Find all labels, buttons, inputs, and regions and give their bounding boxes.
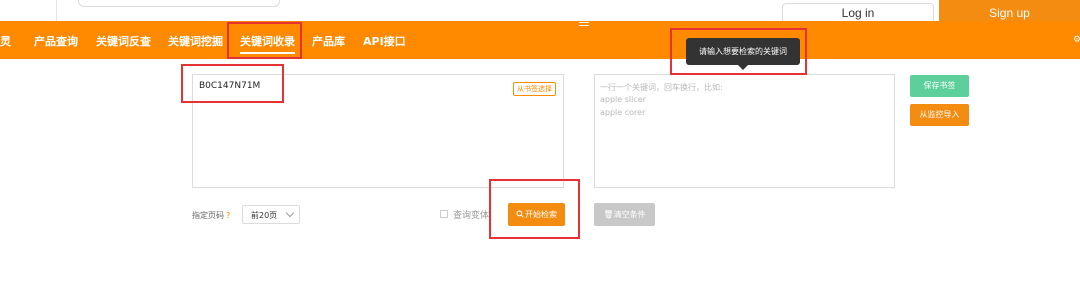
- annotation-box: [181, 64, 284, 103]
- import-from-monitor-button[interactable]: 从监控导入: [910, 104, 969, 126]
- nav-item-api[interactable]: API接口: [363, 33, 406, 49]
- select-from-bookmark-button[interactable]: 从书签选择: [513, 82, 556, 96]
- nav-item-keyword-mining[interactable]: 关键词挖掘: [168, 33, 223, 49]
- page-range-text: 指定页码: [192, 211, 224, 220]
- keyword-placeholder-line: apple corer: [600, 108, 646, 117]
- clear-conditions-button[interactable]: 🗑清空条件: [594, 203, 655, 226]
- save-bookmark-button[interactable]: 保存书签: [910, 75, 969, 97]
- menu-icon[interactable]: [579, 22, 589, 30]
- clear-conditions-label: 清空条件: [613, 210, 646, 219]
- settings-icon[interactable]: ⚙: [1073, 35, 1080, 45]
- top-input-edge: [78, 0, 280, 7]
- login-button[interactable]: Log in: [782, 3, 934, 22]
- keyword-placeholder-line: apple slicer: [600, 95, 646, 104]
- trash-icon: 🗑: [603, 210, 614, 219]
- page-range-label: 指定页码?: [192, 210, 230, 221]
- page-range-value: 前20页: [251, 211, 278, 220]
- keyword-textarea[interactable]: 一行一个关键词，回车换行，比如: apple slicer apple core…: [594, 74, 895, 188]
- nav-item-product-query[interactable]: 产品查询: [34, 33, 78, 49]
- top-strip: Log in Sign up: [0, 0, 1080, 22]
- variant-label: 查询变体: [453, 211, 490, 221]
- chevron-down-icon: [285, 208, 295, 218]
- annotation-box: [670, 28, 807, 75]
- signup-button[interactable]: Sign up: [939, 0, 1080, 21]
- nav-item-keyword-reverse[interactable]: 关键词反查: [96, 33, 151, 49]
- divider: [56, 0, 57, 21]
- annotation-box: [489, 179, 580, 239]
- page-range-select[interactable]: 前20页: [242, 205, 300, 224]
- nav-item-product-library[interactable]: 产品库: [312, 33, 345, 49]
- variant-checkbox[interactable]: [440, 210, 448, 218]
- page: Log in Sign up 灵 产品查询 关键词反查 关键词挖掘 关键词收录 …: [0, 0, 1080, 295]
- annotation-box: [227, 22, 302, 59]
- help-icon[interactable]: ?: [226, 211, 230, 220]
- keyword-placeholder-line: 一行一个关键词，回车换行，比如:: [600, 83, 723, 92]
- logo-fragment[interactable]: 灵: [0, 33, 11, 49]
- main-nav: 灵 产品查询 关键词反查 关键词挖掘 关键词收录 产品库 API接口 ⚙: [0, 21, 1080, 59]
